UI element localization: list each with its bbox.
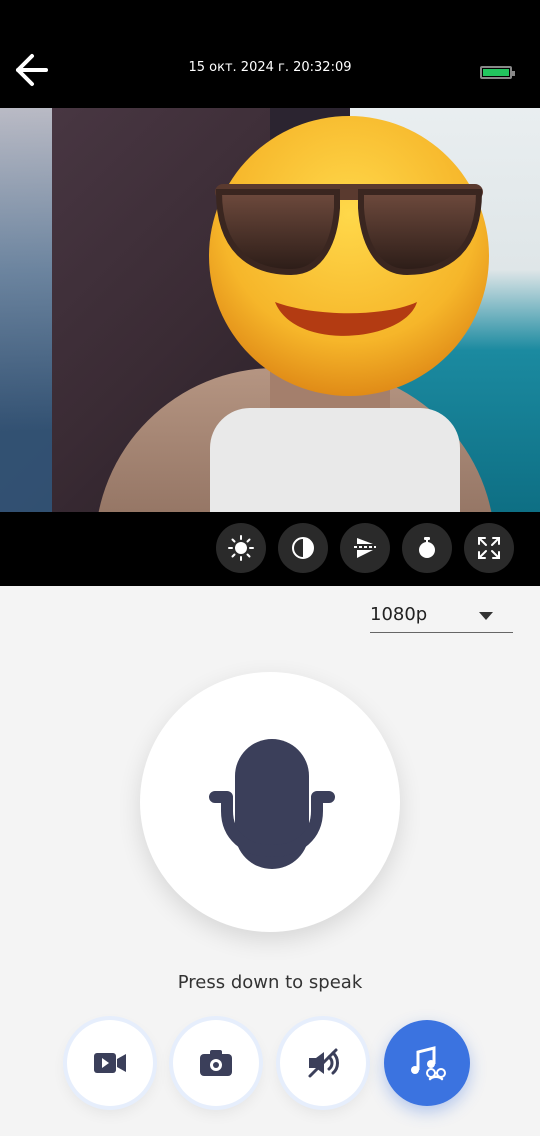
timestamp: 15 окт. 2024 г. 20:32:09 <box>188 60 352 75</box>
microphone-icon <box>209 739 335 869</box>
mirror-icon <box>354 538 376 558</box>
voice-changer-button[interactable] <box>384 1020 470 1106</box>
contrast-icon <box>292 537 314 559</box>
mirror-button[interactable] <box>340 523 390 573</box>
resolution-select[interactable]: 1080p <box>370 602 513 633</box>
snapshot-icon <box>200 1050 232 1076</box>
record-video-button[interactable] <box>67 1020 153 1106</box>
sunglasses-emoji-icon <box>209 116 489 396</box>
timer-button[interactable] <box>402 523 452 573</box>
contrast-button[interactable] <box>278 523 328 573</box>
brightness-button[interactable] <box>216 523 266 573</box>
mute-icon <box>308 1048 339 1078</box>
video-control-bar <box>0 512 540 586</box>
mute-button[interactable] <box>280 1020 366 1106</box>
brightness-icon <box>228 535 254 561</box>
camera-feed[interactable] <box>0 108 540 512</box>
top-bar: 15 окт. 2024 г. 20:32:09 <box>0 0 540 108</box>
chevron-down-icon <box>479 612 493 620</box>
resolution-value: 1080p <box>370 604 428 625</box>
voice-changer-icon <box>411 1046 446 1081</box>
timer-icon <box>419 537 435 558</box>
speak-prompt: Press down to speak <box>177 972 363 993</box>
snapshot-button[interactable] <box>173 1020 259 1106</box>
fullscreen-icon <box>478 537 500 559</box>
push-to-talk-button[interactable] <box>140 672 400 932</box>
record-video-icon <box>94 1053 126 1073</box>
battery-icon <box>480 66 515 79</box>
fullscreen-button[interactable] <box>464 523 514 573</box>
